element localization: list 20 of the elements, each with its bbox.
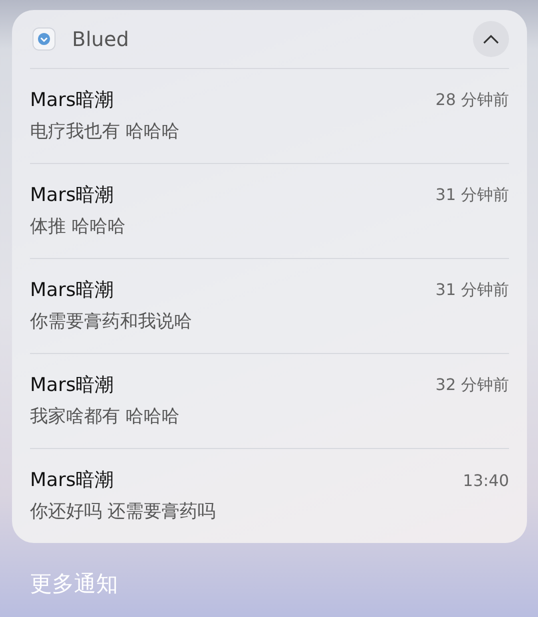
sender-name: Mars暗潮 — [30, 468, 114, 493]
notification-message: 你需要膏药和我说哈 — [30, 310, 193, 333]
app-name: Blued — [72, 27, 130, 51]
notification-time: 32 分钟前 — [436, 374, 509, 396]
notification-message: 电疗我也有 哈哈哈 — [30, 120, 181, 143]
notification-message: 你还好吗 还需要膏药吗 — [30, 500, 217, 523]
notification-message: 我家啥都有 哈哈哈 — [30, 405, 181, 428]
chevron-icon — [483, 34, 499, 44]
app-icon — [32, 27, 56, 51]
sender-name: Mars暗潮 — [30, 183, 114, 208]
sender-name: Mars暗潮 — [30, 88, 114, 113]
notification-time: 13:40 — [462, 470, 509, 490]
notification-message: 体推 哈哈哈 — [30, 215, 127, 238]
sender-name: Mars暗潮 — [30, 278, 114, 303]
notification-time: 28 分钟前 — [436, 90, 509, 110]
sender-name: Mars暗潮 — [30, 373, 114, 398]
notification-time: 31 分钟前 — [436, 280, 509, 300]
more-notifications-link[interactable]: 更多通知 — [30, 569, 118, 599]
collapse-button[interactable] — [473, 21, 509, 57]
notification-time: 31 分钟前 — [436, 184, 509, 206]
